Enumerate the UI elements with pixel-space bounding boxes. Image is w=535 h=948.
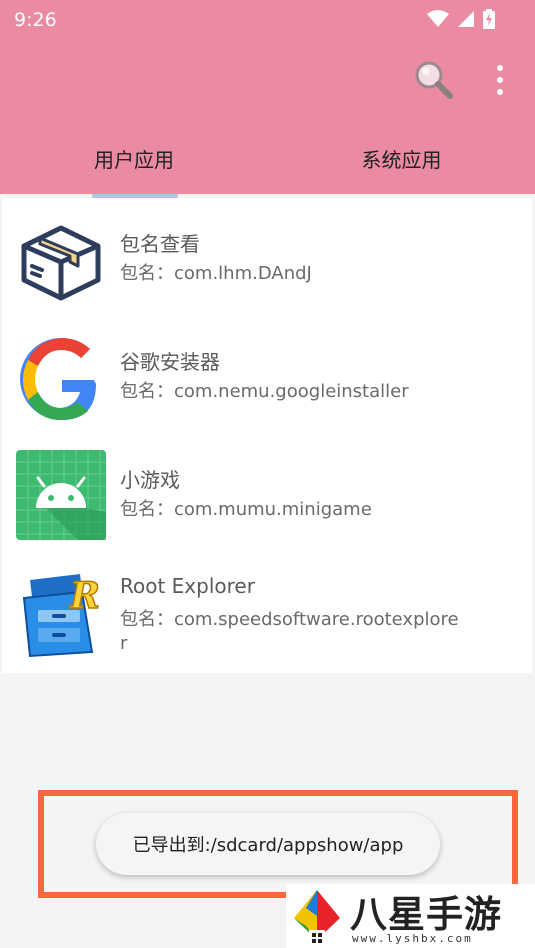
watermark-url: www.lyshbx.com (352, 932, 473, 945)
app-name: 小游戏 (120, 468, 180, 492)
status-time: 9:26 (14, 9, 57, 31)
status-icons (427, 9, 495, 29)
package-value: com.nemu.googleinstaller (174, 381, 409, 402)
app-list: 包名查看 包名：com.lhm.DAndJ 谷歌安装器 包名：com.nemu.… (2, 198, 532, 673)
package-label: 包名： (120, 609, 174, 630)
package-value: com.mumu.minigame (174, 499, 372, 520)
app-name: 包名查看 (120, 232, 200, 256)
google-g-icon (20, 338, 96, 420)
app-bar: 9:26 用户应用 系统应用 (0, 0, 535, 194)
package-label: 包名： (120, 381, 174, 402)
tab-label: 用户应用 (94, 148, 174, 172)
package-value: com.lhm.DAndJ (174, 263, 312, 284)
package-label: 包名： (120, 263, 174, 284)
site-watermark: 八星手游网 www.lyshbx.com (286, 884, 535, 948)
app-package: 包名：com.lhm.DAndJ (120, 262, 470, 286)
wifi-icon (427, 10, 449, 27)
toast-message: 已导出到:/sdcard/appshow/app (96, 813, 440, 875)
app-package: 包名：com.speedsoftware.rootexplorer (120, 608, 460, 656)
package-box-icon (21, 225, 101, 301)
battery-charging-icon (483, 9, 495, 29)
list-item[interactable]: 谷歌安装器 包名：com.nemu.googleinstaller (2, 316, 532, 434)
toast-text: 已导出到:/sdcard/appshow/app (132, 835, 404, 856)
site-logo (294, 890, 340, 946)
search-button[interactable] (412, 58, 456, 102)
more-vert-icon (497, 65, 503, 95)
tab-label: 系统应用 (361, 148, 442, 172)
list-item[interactable]: R Root Explorer 包名：com.speedsoftware.roo… (2, 552, 532, 670)
tab-user-apps[interactable]: 用户应用 (0, 134, 268, 194)
app-name: 谷歌安装器 (120, 350, 220, 374)
list-item[interactable]: 包名查看 包名：com.lhm.DAndJ (2, 198, 532, 316)
signal-icon (458, 11, 474, 27)
app-package: 包名：com.mumu.minigame (120, 498, 470, 522)
android-robot-icon (16, 450, 106, 540)
app-package: 包名：com.nemu.googleinstaller (120, 380, 470, 404)
svg-text:R: R (69, 575, 100, 617)
root-explorer-icon: R (22, 574, 101, 658)
search-icon (415, 61, 453, 99)
package-label: 包名： (120, 499, 174, 520)
app-name: Root Explorer (120, 574, 255, 598)
list-item[interactable]: 小游戏 包名：com.mumu.minigame (2, 434, 532, 552)
status-bar: 9:26 (0, 0, 535, 40)
overflow-menu-button[interactable] (486, 62, 514, 98)
tab-system-apps[interactable]: 系统应用 (268, 134, 535, 194)
